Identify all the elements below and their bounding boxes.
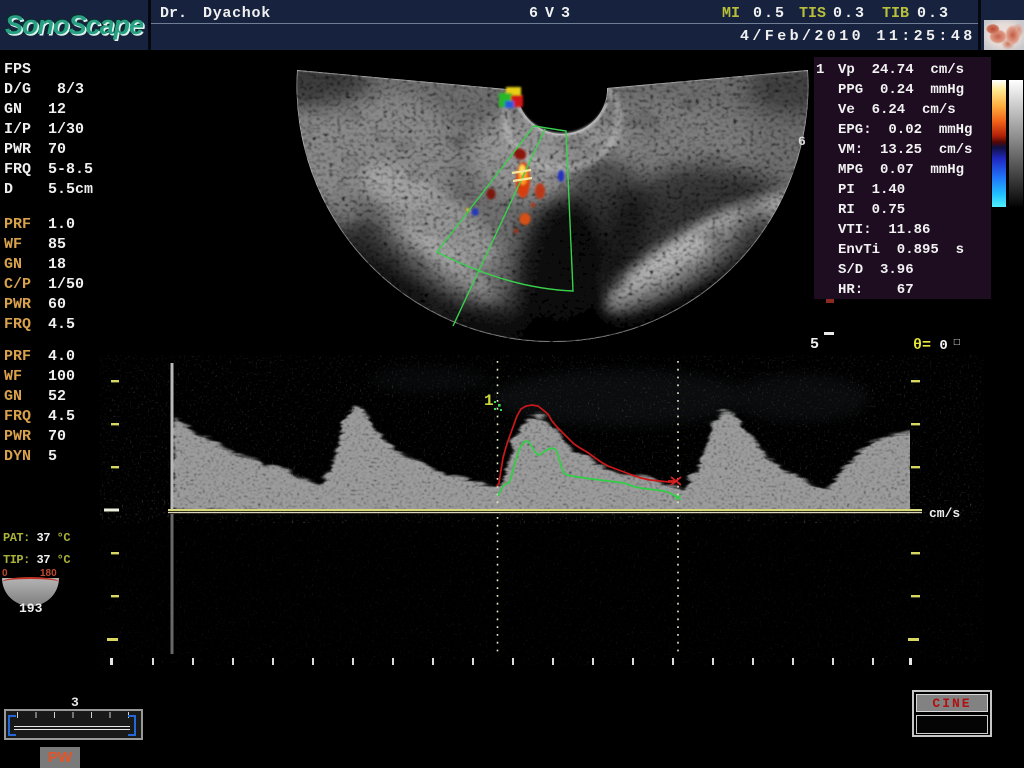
svg-text:cm/s: cm/s: [929, 506, 960, 521]
svg-text:1: 1: [484, 392, 494, 410]
svg-text:6: 6: [798, 134, 806, 149]
